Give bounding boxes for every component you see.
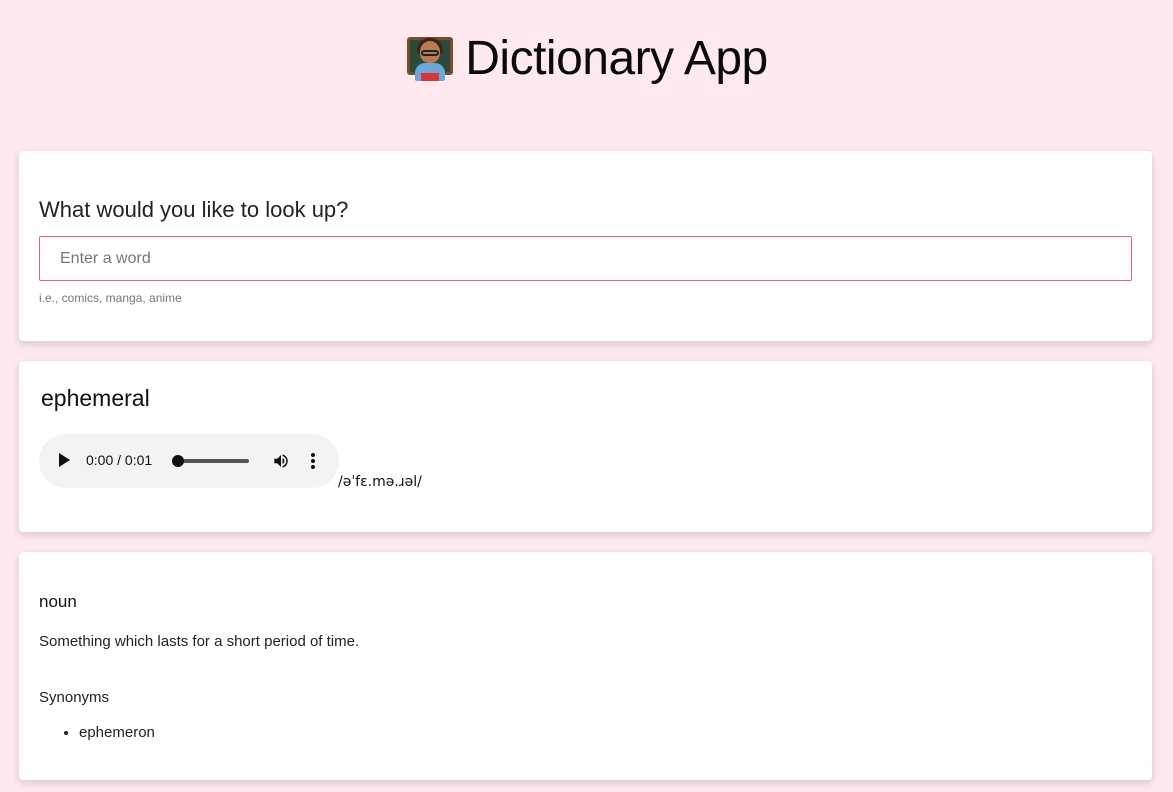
- word-title: ephemeral: [41, 385, 150, 411]
- synonyms-list: ephemeron: [39, 724, 155, 741]
- definition-text: Something which lasts for a short period…: [39, 633, 360, 650]
- search-card: What would you like to look up? i.e., co…: [19, 151, 1152, 341]
- search-label: What would you like to look up?: [39, 197, 349, 222]
- more-vertical-icon[interactable]: [307, 451, 319, 471]
- teacher-emoji-icon: [405, 33, 455, 83]
- search-input[interactable]: [39, 236, 1132, 281]
- part-of-speech: noun: [39, 592, 77, 611]
- phonetic-text: /əˈfɛ.mə.ɹəl/: [338, 474, 422, 490]
- app-header: Dictionary App: [0, 22, 1173, 94]
- audio-seek-bar[interactable]: [172, 455, 249, 467]
- word-card: ephemeral 0:00 / 0:01 /əˈfɛ.mə.ɹəl/: [19, 361, 1152, 532]
- audio-seek-thumb[interactable]: [172, 455, 184, 467]
- play-icon[interactable]: [59, 453, 70, 467]
- synonyms-label: Synonyms: [39, 689, 110, 706]
- audio-time: 0:00 / 0:01: [86, 452, 153, 468]
- volume-icon[interactable]: [272, 452, 290, 470]
- synonym-item: ephemeron: [79, 724, 155, 741]
- page-title: Dictionary App: [465, 31, 768, 85]
- definition-card: noun Something which lasts for a short p…: [19, 552, 1152, 780]
- audio-player[interactable]: 0:00 / 0:01: [39, 434, 339, 488]
- search-hint: i.e., comics, manga, anime: [39, 291, 182, 305]
